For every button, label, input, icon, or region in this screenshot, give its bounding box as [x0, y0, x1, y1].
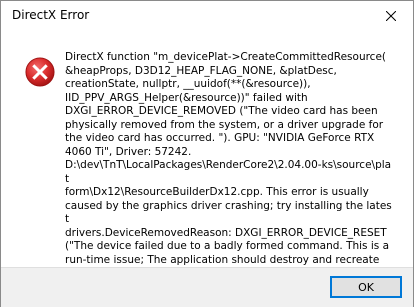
window-title: DirectX Error	[12, 8, 90, 22]
error-icon	[25, 57, 55, 87]
close-button[interactable]	[369, 1, 413, 31]
error-message: DirectX function "m_devicePlat->CreateCo…	[65, 51, 392, 279]
title-bar[interactable]: DirectX Error	[1, 1, 413, 31]
error-dialog-window: DirectX Error DirectX function "m_device…	[0, 0, 414, 307]
button-bar: OK	[1, 267, 413, 307]
ok-button[interactable]: OK	[330, 276, 402, 298]
close-icon	[386, 11, 396, 21]
dialog-content: DirectX function "m_devicePlat->CreateCo…	[1, 31, 413, 279]
